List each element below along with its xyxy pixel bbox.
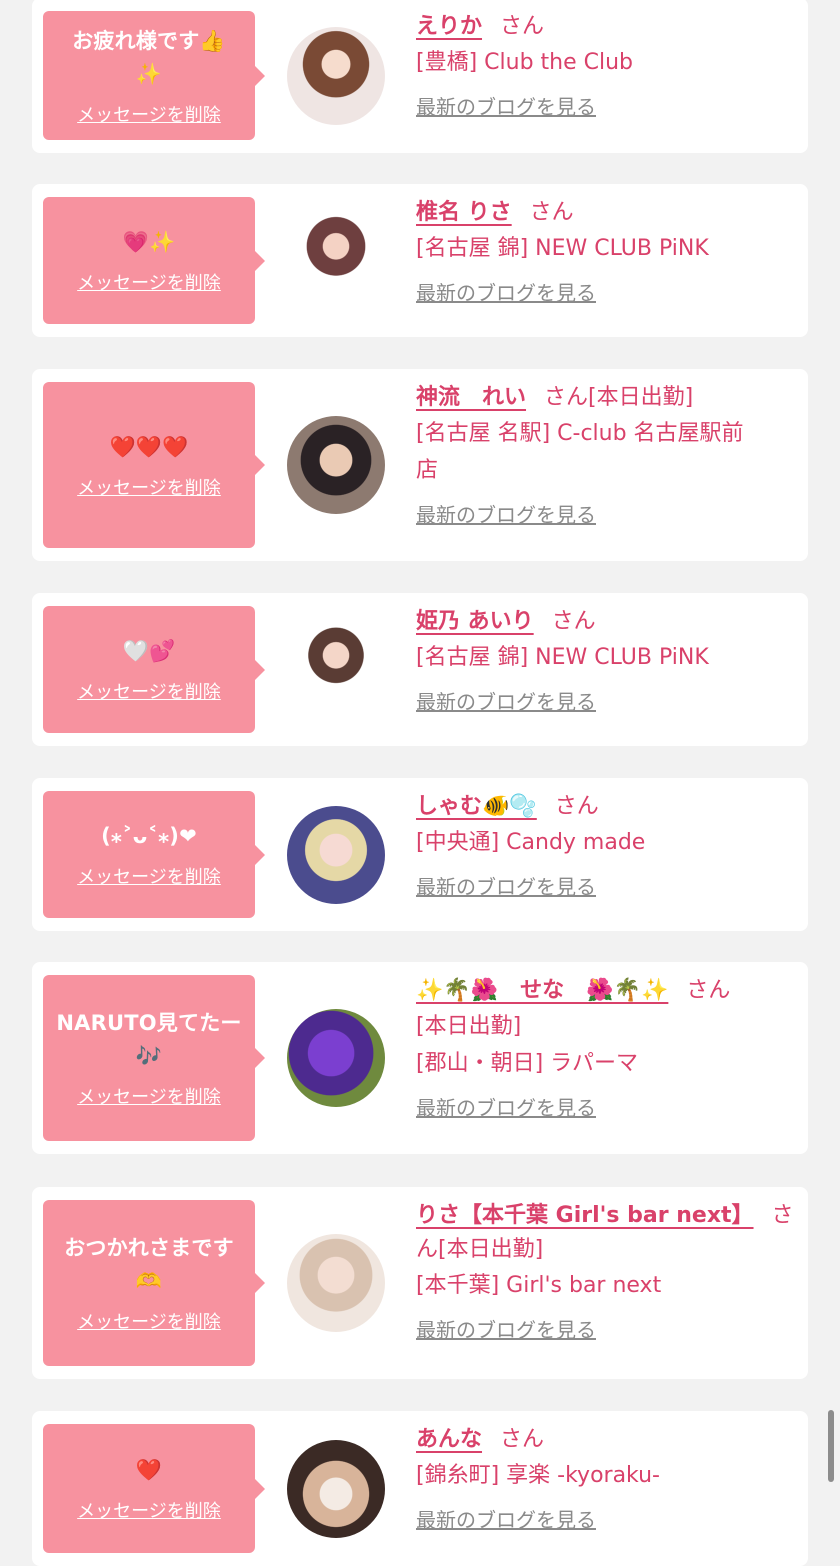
shop-info: [名古屋 錦] NEW CLUB PiNK [416, 236, 709, 261]
sender-name-line: しゃむ🐠🫧 さん [416, 790, 798, 824]
message-text: 🫶 [135, 1269, 163, 1293]
latest-blog-link[interactable]: 最新のブログを見る [416, 1504, 596, 1533]
honorific: さん [500, 1427, 545, 1452]
message-bubble: (⁎˃ᴗ˂⁎)❤ メッセージを削除 [43, 791, 265, 918]
scrollbar[interactable] [828, 1410, 834, 1482]
sender-info: 神流 れい さん[本日出勤] [名古屋 名駅] C-club 名古屋駅前店最新のブロ… [416, 381, 798, 528]
delete-message-link[interactable]: メッセージを削除 [77, 101, 221, 127]
message-card: ❤️❤️❤️ メッセージを削除 神流 れい さん[本日出勤] [名古屋 名駅] C-cl… [32, 369, 808, 561]
message-card: ❤️ メッセージを削除 あんな さん [錦糸町] 享楽 -kyoraku- 最新のブログを… [32, 1411, 808, 1566]
sender-info: りさ【本千葉 Girl's bar next】 さん[本日出勤] [本千葉] Gir… [416, 1199, 798, 1343]
message-bubble: 💗✨ メッセージを削除 [43, 197, 265, 324]
message-text: 💗✨ [122, 230, 176, 254]
honorific: さん [554, 794, 599, 819]
avatar[interactable] [287, 1234, 385, 1332]
message-bubble: ❤️❤️❤️ メッセージを削除 [43, 382, 265, 548]
avatar[interactable] [287, 1009, 385, 1107]
shop-info: [本千葉] Girl's bar next [416, 1273, 662, 1298]
avatar[interactable] [287, 211, 385, 310]
delete-message-link[interactable]: メッセージを削除 [77, 269, 221, 295]
shop-info: [豊橋] Club the Club [416, 50, 634, 75]
honorific: さん [551, 609, 596, 634]
honorific: さん [529, 200, 574, 225]
shop-info: 店 [416, 458, 439, 483]
shop-info: [錦糸町] 享楽 -kyoraku- [416, 1463, 660, 1488]
shop-info: [中央通] Candy made [416, 830, 646, 855]
latest-blog-link[interactable]: 最新のブログを見る [416, 277, 596, 306]
sender-name-line: えりか さん [416, 10, 798, 44]
sender-name-link[interactable]: ✨🌴🌺 せな 🌺🌴✨ [416, 978, 668, 1003]
honorific: さん [544, 385, 589, 410]
shop-info: [本日出勤] [416, 1014, 522, 1039]
message-text: おつかれさまです [64, 1236, 234, 1260]
message-text: (⁎˃ᴗ˂⁎)❤ [101, 824, 197, 848]
sender-name-link[interactable]: あんな [416, 1427, 482, 1452]
message-card: 💗✨ メッセージを削除 椎名 りさ さん [名古屋 錦] NEW CLUB PiNK 最新… [32, 184, 808, 337]
delete-message-link[interactable]: メッセージを削除 [77, 863, 221, 889]
sender-name-line: りさ【本千葉 Girl's bar next】 さん[本日出勤] [416, 1199, 798, 1267]
message-text: NARUTO見てたー [56, 1011, 242, 1035]
message-card: お疲れ様です👍 ✨ メッセージを削除 えりか さん [豊橋] Club the Club 最… [32, 0, 808, 153]
message-text: 🤍💕 [122, 639, 176, 663]
sender-name-line: あんな さん [416, 1423, 798, 1457]
sender-name-link[interactable]: えりか [416, 14, 482, 39]
message-bubble: NARUTO見てたー 🎶 メッセージを削除 [43, 975, 265, 1141]
latest-blog-link[interactable]: 最新のブログを見る [416, 499, 596, 528]
avatar[interactable] [287, 620, 385, 719]
sender-name-line: 姫乃 あいり さん [416, 605, 798, 639]
message-text: ❤️❤️❤️ [109, 434, 189, 459]
honorific: さん [500, 14, 545, 39]
avatar[interactable] [287, 26, 385, 125]
sender-info: 姫乃 あいり さん [名古屋 錦] NEW CLUB PiNK 最新のブログを見る [416, 605, 798, 715]
delete-message-link[interactable]: メッセージを削除 [77, 1308, 221, 1334]
shop-info: [名古屋 錦] NEW CLUB PiNK [416, 645, 709, 670]
sender-name-link[interactable]: 神流 れい [416, 385, 526, 410]
honorific: さん [686, 978, 731, 1003]
sender-name-link[interactable]: りさ【本千葉 Girl's bar next】 [416, 1203, 754, 1228]
delete-message-link[interactable]: メッセージを削除 [77, 1083, 221, 1109]
delete-message-link[interactable]: メッセージを削除 [77, 1497, 221, 1523]
avatar[interactable] [287, 416, 385, 514]
message-bubble: ❤️ メッセージを削除 [43, 1424, 265, 1553]
sender-name-line: ✨🌴🌺 せな 🌺🌴✨ さん [416, 974, 798, 1008]
avatar[interactable] [287, 1439, 385, 1538]
latest-blog-link[interactable]: 最新のブログを見る [416, 1092, 596, 1121]
latest-blog-link[interactable]: 最新のブログを見る [416, 871, 596, 900]
latest-blog-link[interactable]: 最新のブログを見る [416, 1314, 596, 1343]
avatar[interactable] [287, 805, 385, 904]
message-bubble: お疲れ様です👍 ✨ メッセージを削除 [43, 11, 265, 140]
message-card: NARUTO見てたー 🎶 メッセージを削除 ✨🌴🌺 せな 🌺🌴✨ さん [本日出勤] [郡山… [32, 962, 808, 1154]
attendance-status: [本日出勤] [588, 385, 694, 410]
message-bubble: 🤍💕 メッセージを削除 [43, 606, 265, 733]
sender-name-link[interactable]: 椎名 りさ [416, 200, 512, 225]
latest-blog-link[interactable]: 最新のブログを見る [416, 686, 596, 715]
message-text: ✨ [135, 61, 163, 86]
attendance-status: [本日出勤] [438, 1237, 544, 1262]
sender-name-line: 神流 れい さん[本日出勤] [416, 381, 798, 415]
shop-info: [名古屋 名駅] C-club 名古屋駅前 [416, 421, 744, 446]
message-bubble: おつかれさまです 🫶 メッセージを削除 [43, 1200, 265, 1366]
sender-name-line: 椎名 りさ さん [416, 196, 798, 230]
delete-message-link[interactable]: メッセージを削除 [77, 474, 221, 500]
sender-name-link[interactable]: しゃむ🐠🫧 [416, 794, 537, 819]
sender-info: あんな さん [錦糸町] 享楽 -kyoraku- 最新のブログを見る [416, 1423, 798, 1533]
sender-name-link[interactable]: 姫乃 あいり [416, 609, 534, 634]
message-text: お疲れ様です👍 [72, 28, 226, 53]
sender-info: えりか さん [豊橋] Club the Club 最新のブログを見る [416, 10, 798, 120]
shop-info: [郡山・朝日] ラパーマ [416, 1051, 638, 1076]
message-card: おつかれさまです 🫶 メッセージを削除 りさ【本千葉 Girl's bar next】… [32, 1187, 808, 1379]
delete-message-link[interactable]: メッセージを削除 [77, 678, 221, 704]
message-text: ❤️ [135, 1458, 163, 1482]
latest-blog-link[interactable]: 最新のブログを見る [416, 91, 596, 120]
message-card: 🤍💕 メッセージを削除 姫乃 あいり さん [名古屋 錦] NEW CLUB PiNK 最… [32, 593, 808, 746]
message-text: 🎶 [135, 1044, 163, 1068]
message-card: (⁎˃ᴗ˂⁎)❤ メッセージを削除 しゃむ🐠🫧 さん [中央通] Candy made 最… [32, 778, 808, 931]
sender-info: しゃむ🐠🫧 さん [中央通] Candy made 最新のブログを見る [416, 790, 798, 900]
sender-info: 椎名 りさ さん [名古屋 錦] NEW CLUB PiNK 最新のブログを見る [416, 196, 798, 306]
sender-info: ✨🌴🌺 せな 🌺🌴✨ さん [本日出勤] [郡山・朝日] ラパーマ最新のブログを見る [416, 974, 798, 1121]
